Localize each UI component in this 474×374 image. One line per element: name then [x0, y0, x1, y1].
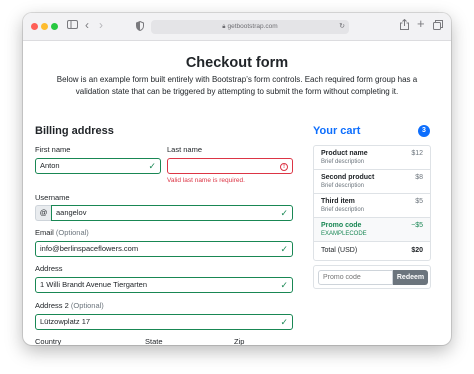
address2-label: Address 2 (Optional) [35, 301, 104, 310]
zip-label: Zip [234, 337, 245, 345]
cart-item: Second product Brief description $8 [314, 170, 430, 194]
checkmark-icon: ✓ [280, 280, 288, 290]
address-input[interactable]: 1 Willi Brandt Avenue Tiergarten ✓ [35, 277, 293, 293]
checkmark-icon: ✓ [280, 317, 288, 327]
reload-icon[interactable]: ↻ [339, 20, 345, 34]
new-tab-icon[interactable]: + [417, 17, 425, 31]
email-label-text: Email [35, 228, 54, 237]
cart-item-desc: Brief description [321, 159, 365, 165]
cart-item-price: $8 [415, 174, 423, 181]
username-label: Username [35, 193, 70, 202]
browser-window: ‹ › 🔒︎ getbootstrap.com ↻ + Checkout form… [23, 13, 451, 345]
cart-item-price: $12 [411, 150, 423, 157]
address2-value: Lützowplatz 17 [40, 317, 91, 326]
billing-heading: Billing address [35, 125, 114, 137]
checkmark-icon: ✓ [148, 161, 156, 171]
address-url: getbootstrap.com [227, 23, 278, 30]
cart-total-row: Total (USD) $20 [314, 242, 430, 260]
forward-icon[interactable]: › [99, 18, 103, 32]
page-title: Checkout form [185, 55, 289, 71]
promo-row-code: EXAMPLECODE [321, 231, 367, 237]
username-input[interactable]: aangelov ✓ [51, 205, 293, 221]
privacy-shield-icon[interactable] [136, 20, 144, 35]
share-icon[interactable] [400, 18, 409, 34]
sidebar-icon[interactable] [67, 19, 78, 33]
email-label: Email (Optional) [35, 228, 89, 237]
email-optional-text: (Optional) [55, 228, 89, 237]
minimize-window-button[interactable] [41, 23, 48, 30]
browser-toolbar: ‹ › 🔒︎ getbootstrap.com ↻ + [23, 13, 451, 41]
address2-optional-text: (Optional) [70, 301, 104, 310]
cart-item: Product name Brief description $12 [314, 146, 430, 170]
redeem-button[interactable]: Redeem [393, 270, 428, 285]
address2-input[interactable]: Lützowplatz 17 ✓ [35, 314, 293, 330]
page-lead-text: Below is an example form built entirely … [56, 75, 418, 96]
cart-heading: Your cart [313, 125, 361, 137]
cart-item-desc: Brief description [321, 207, 365, 213]
first-name-value: Anton [40, 161, 60, 170]
last-name-input[interactable]: ! [167, 158, 293, 174]
username-value: aangelov [56, 208, 87, 217]
cart-list: Product name Brief description $12 Secon… [313, 145, 431, 261]
last-name-error: Valid last name is required. [167, 177, 245, 184]
cart-item-name: Product name [321, 150, 368, 157]
promo-code-input[interactable] [318, 270, 393, 285]
last-name-label: Last name [167, 145, 203, 154]
cart-promo-row: Promo code EXAMPLECODE −$5 [314, 218, 430, 242]
cart-item-price: $5 [415, 198, 423, 205]
cart-item: Third item Brief description $5 [314, 194, 430, 218]
promo-row-amount: −$5 [411, 222, 423, 229]
cart-item-desc: Brief description [321, 183, 365, 189]
state-label: State [145, 337, 163, 345]
address2-label-text: Address 2 [35, 301, 69, 310]
address-value: 1 Willi Brandt Avenue Tiergarten [40, 280, 148, 289]
first-name-input[interactable]: Anton ✓ [35, 158, 161, 174]
lock-icon: 🔒︎ [222, 24, 226, 30]
back-icon[interactable]: ‹ [85, 18, 89, 32]
cart-count-badge: 3 [418, 125, 430, 137]
page-content: Checkout form Below is an example form b… [23, 41, 451, 345]
checkmark-icon: ✓ [280, 208, 288, 218]
close-window-button[interactable] [31, 23, 38, 30]
zoom-window-button[interactable] [51, 23, 58, 30]
cart-total-label: Total (USD) [321, 247, 358, 254]
email-input[interactable]: info@berlinspaceflowers.com ✓ [35, 241, 293, 257]
username-prefix: @ [35, 205, 51, 221]
checkmark-icon: ✓ [280, 244, 288, 254]
cart-item-name: Third item [321, 198, 355, 205]
alert-circle-icon: ! [280, 162, 288, 171]
cart-item-name: Second product [321, 174, 375, 181]
country-label: Country [35, 337, 62, 345]
promo-code-form: Redeem [313, 265, 431, 289]
tabs-overview-icon[interactable] [433, 20, 443, 34]
address-label: Address [35, 264, 63, 273]
address-bar[interactable]: 🔒︎ getbootstrap.com ↻ [151, 20, 349, 34]
email-value: info@berlinspaceflowers.com [40, 244, 139, 253]
promo-row-label: Promo code [321, 222, 362, 229]
first-name-label: First name [35, 145, 71, 154]
cart-total-value: $20 [411, 247, 423, 254]
